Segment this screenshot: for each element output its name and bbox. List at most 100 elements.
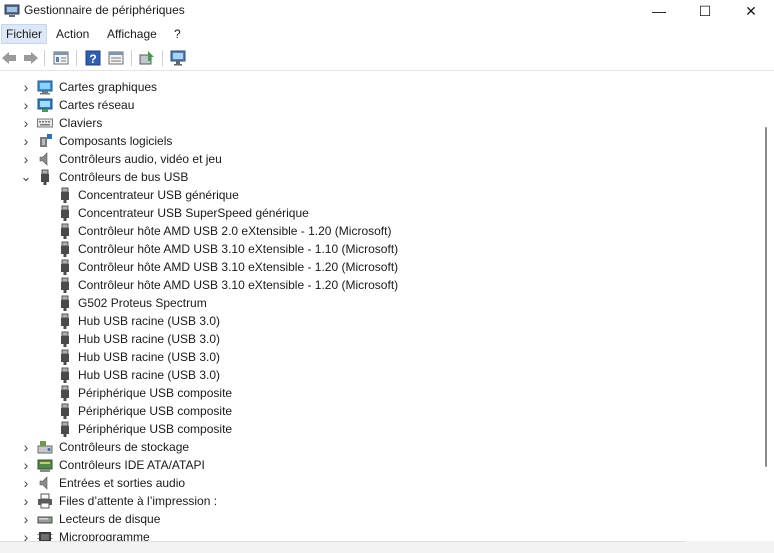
chevron-right-icon[interactable]: › <box>20 150 32 168</box>
usb-icon <box>61 385 69 401</box>
usb-icon <box>61 295 69 311</box>
tree-category[interactable]: › Claviers <box>0 114 760 132</box>
tree-item-label: Concentrateur USB générique <box>78 188 239 202</box>
tree-item-label: Hub USB racine (USB 3.0) <box>78 368 221 382</box>
menu-fichier[interactable]: Fichier <box>1 24 48 44</box>
tree-item-label: Hub USB racine (USB 3.0) <box>78 350 221 364</box>
tree-item-label: Périphérique USB composite <box>78 404 233 418</box>
tree-item[interactable]: Contrôleur hôte AMD USB 2.0 eXtensible -… <box>0 222 760 240</box>
chevron-right-icon[interactable]: › <box>20 132 32 150</box>
vertical-scrollbar[interactable] <box>762 71 774 541</box>
tree-category-label: Cartes graphiques <box>59 80 158 94</box>
menu-action[interactable]: Action <box>52 25 93 43</box>
tree-category[interactable]: ⌄ Contrôleurs de bus USB <box>0 168 760 186</box>
properties-icon[interactable] <box>52 49 70 67</box>
menu-affichage[interactable]: Affichage <box>103 25 161 43</box>
tree-category[interactable]: › Files d’attente à l’impression : <box>0 492 760 510</box>
tree-category[interactable]: › Entrées et sorties audio <box>0 474 760 492</box>
network-adapter-icon <box>37 98 53 112</box>
tree-category-label: Contrôleurs de stockage <box>59 440 190 454</box>
display-adapter-icon <box>37 80 53 95</box>
tree-item-label: Hub USB racine (USB 3.0) <box>78 332 221 346</box>
arrow-right-icon[interactable] <box>22 49 40 67</box>
minimize-button[interactable]: — <box>636 0 682 22</box>
tree-category[interactable]: › Composants logiciels <box>0 132 760 150</box>
usb-icon <box>61 277 69 293</box>
tree-item-label: Périphérique USB composite <box>78 422 233 436</box>
chevron-right-icon[interactable]: › <box>20 78 32 96</box>
update-driver-icon[interactable] <box>138 49 156 67</box>
storage-controller-icon <box>37 441 53 454</box>
usb-icon <box>61 349 69 365</box>
keyboard-icon <box>37 118 53 128</box>
svg-text:?: ? <box>89 52 96 66</box>
usb-icon <box>61 205 69 221</box>
tree-category-label: Contrôleurs audio, vidéo et jeu <box>59 152 222 166</box>
tree-category[interactable]: › Microprogramme <box>0 528 760 541</box>
vertical-scroll-thumb[interactable] <box>765 127 767 467</box>
chevron-right-icon[interactable]: › <box>20 492 32 510</box>
usb-icon <box>61 259 69 275</box>
usb-icon <box>61 421 69 437</box>
device-manager-icon <box>4 4 20 17</box>
close-button[interactable]: ✕ <box>728 0 774 22</box>
chevron-right-icon[interactable]: › <box>20 456 32 474</box>
tree-item-label: Contrôleur hôte AMD USB 3.10 eXtensible … <box>78 260 399 274</box>
toolbar-separator <box>131 50 132 66</box>
chevron-right-icon[interactable]: › <box>20 474 32 492</box>
speaker-icon <box>39 152 48 166</box>
usb-icon <box>61 187 69 203</box>
chevron-right-icon[interactable]: › <box>20 528 32 541</box>
tree-item[interactable]: Périphérique USB composite <box>0 420 760 438</box>
tree-category-label: Microprogramme <box>59 530 150 541</box>
tree-item[interactable]: Concentrateur USB SuperSpeed générique <box>0 204 760 222</box>
horizontal-scrollbar[interactable] <box>0 541 774 553</box>
usb-icon <box>61 403 69 419</box>
tree-item-label: Contrôleur hôte AMD USB 3.10 eXtensible … <box>78 278 399 292</box>
tree-item[interactable]: Hub USB racine (USB 3.0) <box>0 366 760 384</box>
scan-hardware-icon[interactable] <box>169 49 187 67</box>
tree-item[interactable]: Contrôleur hôte AMD USB 3.10 eXtensible … <box>0 240 760 258</box>
tree-category-label: Files d’attente à l’impression : <box>59 494 218 508</box>
tree-category[interactable]: › Lecteurs de disque <box>0 510 760 528</box>
tree-category[interactable]: › Cartes graphiques <box>0 78 760 96</box>
menu-help[interactable]: ? <box>170 25 185 43</box>
maximize-button[interactable]: ☐ <box>682 0 728 22</box>
usb-icon <box>61 313 69 329</box>
tree-item[interactable]: Hub USB racine (USB 3.0) <box>0 348 760 366</box>
tree-item[interactable]: Contrôleur hôte AMD USB 3.10 eXtensible … <box>0 276 760 294</box>
help-icon[interactable]: ? <box>84 49 102 67</box>
tree-category[interactable]: › Contrôleurs de stockage <box>0 438 760 456</box>
chevron-right-icon[interactable]: › <box>20 114 32 132</box>
toolbar-separator <box>44 50 45 66</box>
tree-item[interactable]: G502 Proteus Spectrum <box>0 294 760 312</box>
tree-item[interactable]: Périphérique USB composite <box>0 402 760 420</box>
toolbar: ? <box>0 46 774 71</box>
tree-item-label: Contrôleur hôte AMD USB 2.0 eXtensible -… <box>78 224 392 238</box>
chevron-right-icon[interactable]: › <box>20 510 32 528</box>
chevron-right-icon[interactable]: › <box>20 96 32 114</box>
tree-category-label: Lecteurs de disque <box>59 512 161 526</box>
tree-item[interactable]: Concentrateur USB générique <box>0 186 760 204</box>
tree-item-label: G502 Proteus Spectrum <box>78 296 207 310</box>
tree-item[interactable]: Périphérique USB composite <box>0 384 760 402</box>
tree-category[interactable]: › Contrôleurs IDE ATA/ATAPI <box>0 456 760 474</box>
tree-item[interactable]: Hub USB racine (USB 3.0) <box>0 330 760 348</box>
usb-icon <box>61 331 69 347</box>
title-bar[interactable]: Gestionnaire de périphériques — ☐ ✕ <box>0 0 774 22</box>
arrow-left-icon[interactable] <box>0 49 18 67</box>
disk-drive-icon <box>37 516 53 524</box>
device-tree[interactable]: › Cartes graphiques › Cartes réseau › Clavier… <box>0 71 762 541</box>
tree-category[interactable]: › Contrôleurs audio, vidéo et jeu <box>0 150 760 168</box>
view-icon[interactable] <box>107 49 125 67</box>
chevron-down-icon[interactable]: ⌄ <box>20 168 32 186</box>
tree-item-label: Concentrateur USB SuperSpeed générique <box>78 206 309 220</box>
status-area <box>686 541 774 552</box>
chevron-right-icon[interactable]: › <box>20 438 32 456</box>
tree-item-label: Périphérique USB composite <box>78 386 233 400</box>
tree-item[interactable]: Hub USB racine (USB 3.0) <box>0 312 760 330</box>
tree-category[interactable]: › Cartes réseau <box>0 96 760 114</box>
tree-item[interactable]: Contrôleur hôte AMD USB 3.10 eXtensible … <box>0 258 760 276</box>
window-title: Gestionnaire de périphériques <box>24 3 185 17</box>
tree-category-label: Contrôleurs IDE ATA/ATAPI <box>59 458 205 472</box>
